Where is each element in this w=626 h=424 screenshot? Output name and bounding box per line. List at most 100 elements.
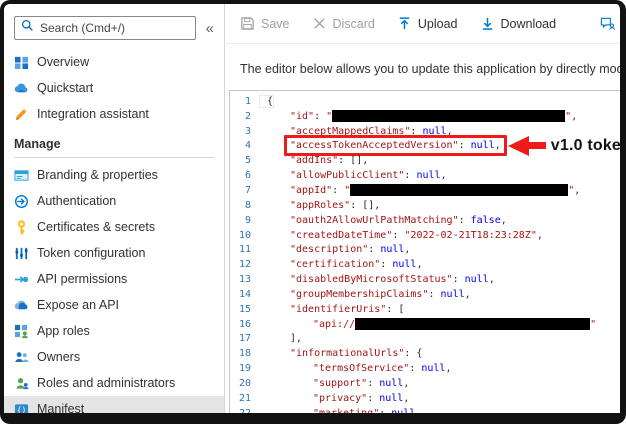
code-line-2[interactable]: 2"id": "", [230,109,620,124]
code-line-12[interactable]: 12"certification": null, [230,257,620,272]
line-number: 1 [230,96,260,107]
code-segment: : [453,274,465,285]
code-segment: null [441,289,465,300]
redacted-value [355,318,590,330]
code-segment: , [416,259,422,270]
sidebar-item-label: API permissions [37,272,127,286]
sidebar-item-label: Branding & properties [37,168,158,182]
code-line-22[interactable]: 22"marketing": null [230,406,620,419]
main-content: SaveDiscardUploadDownloadGot feedback? T… [226,4,620,413]
code-segment: "certification" [290,259,380,270]
code-segment: "id" [290,111,314,122]
quickstart-cloud-icon [14,81,29,96]
code-line-15[interactable]: 15"identifierUris": [ [230,302,620,317]
sidebar-item-token-configuration[interactable]: Token configuration [4,240,224,266]
upload-button[interactable]: Upload [397,16,458,31]
search-placeholder: Search (Cmd+/) [40,21,125,35]
json-manifest-editor[interactable]: 1{2"id": "",3"acceptMappedClaims": null,… [229,90,621,419]
code-segment: null [421,363,445,374]
code-segment: null [416,170,440,181]
code-line-5[interactable]: 5"addIns": [], [230,153,620,168]
code-segment: "createdDateTime" [290,230,392,241]
code-line-7[interactable]: 7"appId": "", [230,183,620,198]
code-line-4[interactable]: 4"accessTokenAcceptedVersion": null,v1.0… [230,139,620,154]
code-line-14[interactable]: 14"groupMembershipClaims": null, [230,287,620,302]
code-segment: "support" [313,378,367,389]
code-line-16[interactable]: 16"api://" [230,317,620,332]
code-segment: null [380,244,404,255]
sidebar-item-integration-assistant[interactable]: Integration assistant [4,101,224,127]
code-segment: , [465,289,471,300]
code-segment: "description" [290,244,368,255]
sidebar-item-expose-an-api[interactable]: Expose an API [4,292,224,318]
sidebar-item-certificates-secrets[interactable]: Certificates & secrets [4,214,224,240]
sidebar-item-manifest[interactable]: {)Manifest [4,396,224,413]
app-roles-icon [14,324,29,339]
code-line-20[interactable]: 20"support": null, [230,376,620,391]
line-number: 21 [230,393,260,404]
line-number: 18 [230,348,260,359]
sidebar-item-app-roles[interactable]: App roles [4,318,224,344]
search-input[interactable]: Search (Cmd+/) [14,16,196,40]
sidebar-section-label: Manage [4,127,224,157]
code-text: "oauth2AllowUrlPathMatching": false, [260,215,507,226]
code-line-21[interactable]: 21"privacy": null, [230,391,620,406]
code-segment: , [403,378,409,389]
code-segment: , [501,215,507,226]
code-segment: "termsOfService" [313,363,409,374]
code-text: "allowPublicClient": null, [260,170,447,181]
code-text: "privacy": null, [260,393,409,404]
code-text: "termsOfService": null, [260,363,452,374]
code-segment: , [571,111,577,122]
code-line-10[interactable]: 10"createdDateTime": "2022-02-21T18:23:2… [230,228,620,243]
line-number: 6 [230,170,260,181]
sidebar-item-label: Expose an API [37,298,119,312]
sidebar-item-authentication[interactable]: Authentication [4,188,224,214]
code-line-13[interactable]: 13"disabledByMicrosoftStatus": null, [230,272,620,287]
code-line-8[interactable]: 8"appRoles": [], [230,198,620,213]
code-segment: , [404,244,410,255]
code-line-17[interactable]: 17], [230,332,620,347]
line-number: 12 [230,259,260,270]
line-number: 5 [230,155,260,166]
sidebar-item-quickstart[interactable]: Quickstart [4,75,224,101]
code-line-18[interactable]: 18"informationalUrls": { [230,346,620,361]
got-feedback--button[interactable]: Got feedback? [600,16,626,31]
code-segment: : [367,393,379,404]
code-segment: : [459,140,471,151]
sidebar-item-branding-properties[interactable]: Branding & properties [4,162,224,188]
code-line-1[interactable]: 1{ [230,94,620,109]
sidebar-item-roles-and-administrators[interactable]: Roles and administrators [4,370,224,396]
code-segment: "appRoles" [290,200,350,211]
code-line-11[interactable]: 11 "description": null, [230,242,620,257]
sidebar-item-label: Overview [37,55,89,69]
line-number: 17 [230,333,260,344]
api-permissions-icon [14,272,29,287]
redacted-value [350,184,568,196]
line-number: 15 [230,304,260,315]
code-segment: null [379,393,403,404]
sidebar-item-api-permissions[interactable]: API permissions [4,266,224,292]
save-button[interactable]: Save [240,16,290,31]
code-line-19[interactable]: 19"termsOfService": null, [230,361,620,376]
line-number: 11 [230,244,260,255]
discard-button[interactable]: Discard [312,16,375,31]
code-text: "createdDateTime": "2022-02-21T18:23:28Z… [260,230,543,241]
line-number: 13 [230,274,260,285]
section-divider [14,157,214,158]
code-segment: , [445,363,451,374]
search-icon [21,19,34,37]
code-line-9[interactable]: 9"oauth2AllowUrlPathMatching": false, [230,213,620,228]
download-button[interactable]: Download [480,16,557,31]
collapse-sidebar-icon[interactable]: « [204,21,216,36]
line-number: 22 [230,408,260,419]
code-segment: : [368,244,380,255]
code-text: "api://" [260,318,596,330]
toolbar-button-label: Save [261,17,290,31]
line-number: 4 [230,140,260,151]
code-line-6[interactable]: 6"allowPublicClient": null, [230,168,620,183]
sidebar-item-overview[interactable]: Overview [4,49,224,75]
sidebar-nav-top: Overview QuickstartIntegration assistant [4,49,224,127]
sidebar-item-owners[interactable]: Owners [4,344,224,370]
code-text: "support": null, [260,378,409,389]
